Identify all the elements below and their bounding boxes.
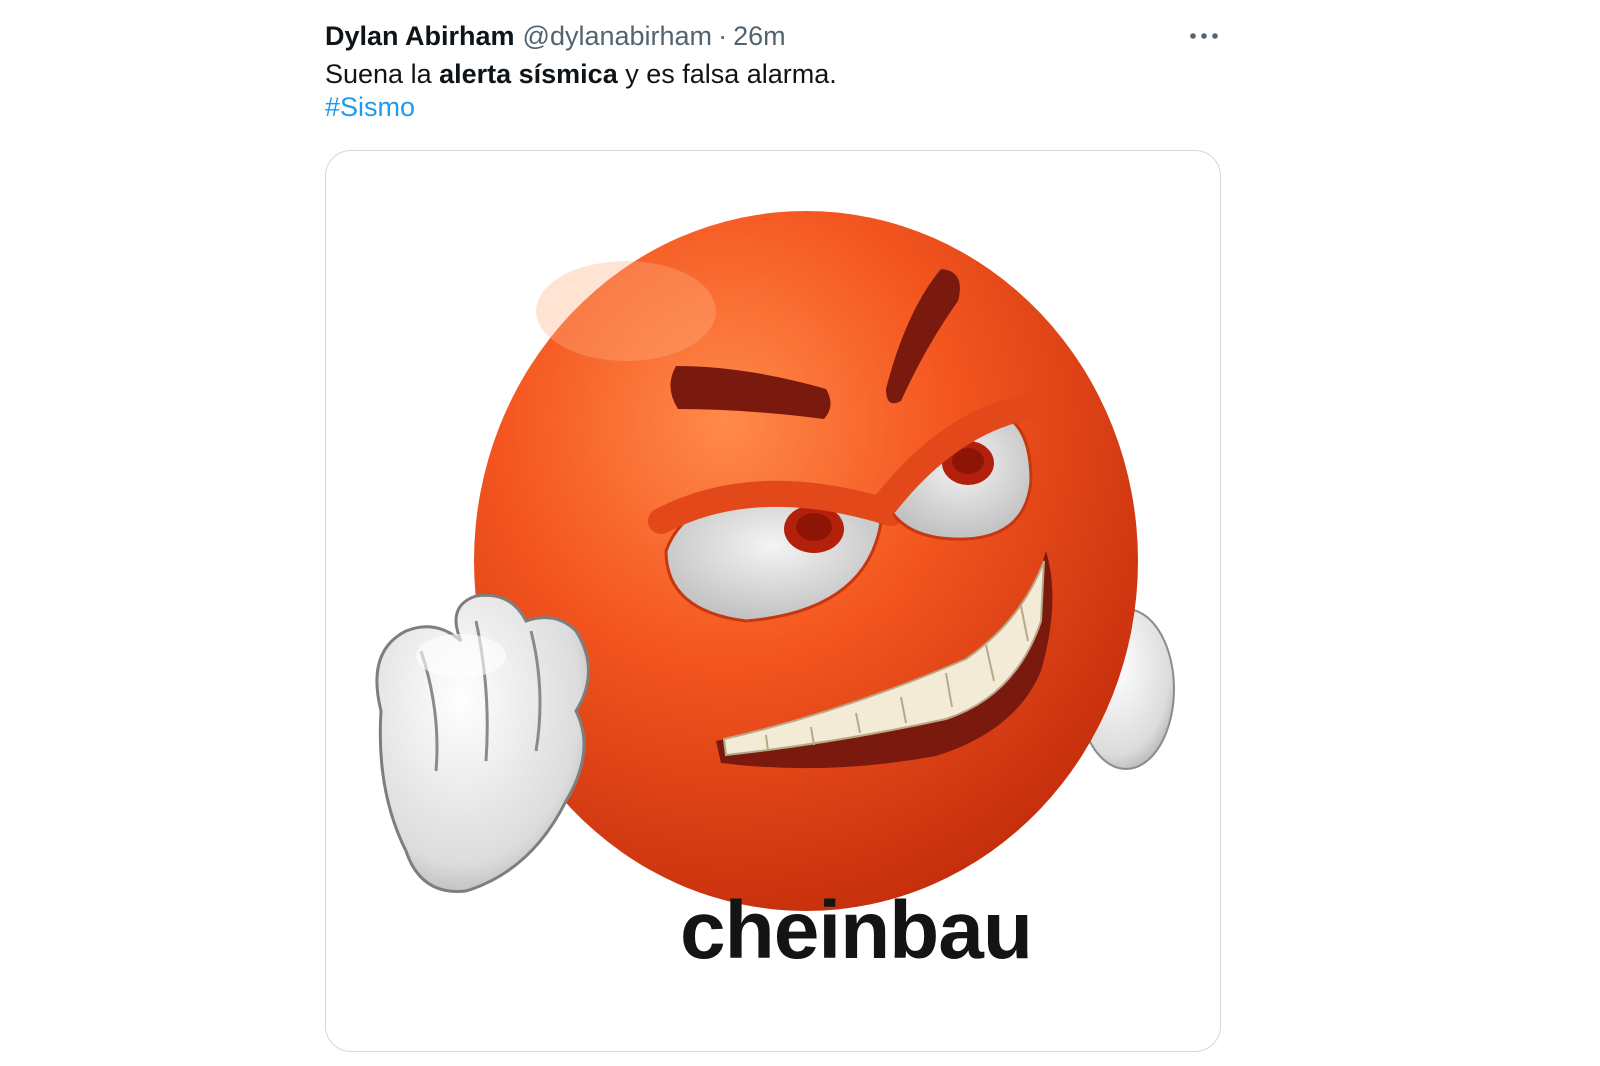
tweet-text: Suena la alerta sísmica y es falsa alarm… — [325, 56, 837, 92]
tweet-media[interactable]: cheinbau — [325, 150, 1221, 1052]
face-highlight — [536, 261, 716, 361]
author-name[interactable]: Dylan Abirham — [325, 18, 515, 54]
more-options-button[interactable] — [1186, 20, 1222, 52]
meme-caption: cheinbau — [680, 885, 1033, 976]
more-horizontal-icon — [1190, 33, 1218, 39]
tweet-header: Dylan Abirham @dylanabirham · 26m — [325, 18, 786, 54]
left-fist-glove — [375, 593, 590, 893]
tweet: Dylan Abirham @dylanabirham · 26m Suena … — [0, 0, 1600, 1066]
author-handle[interactable]: @dylanabirham — [523, 18, 713, 54]
tweet-text-bold: alerta sísmica — [439, 59, 618, 89]
tweet-text-part1: Suena la — [325, 59, 440, 89]
timestamp[interactable]: 26m — [733, 18, 786, 54]
hashtag-link[interactable]: #Sismo — [325, 92, 415, 123]
header-separator: · — [718, 21, 728, 51]
tweet-text-part2: y es falsa alarma. — [617, 59, 837, 89]
